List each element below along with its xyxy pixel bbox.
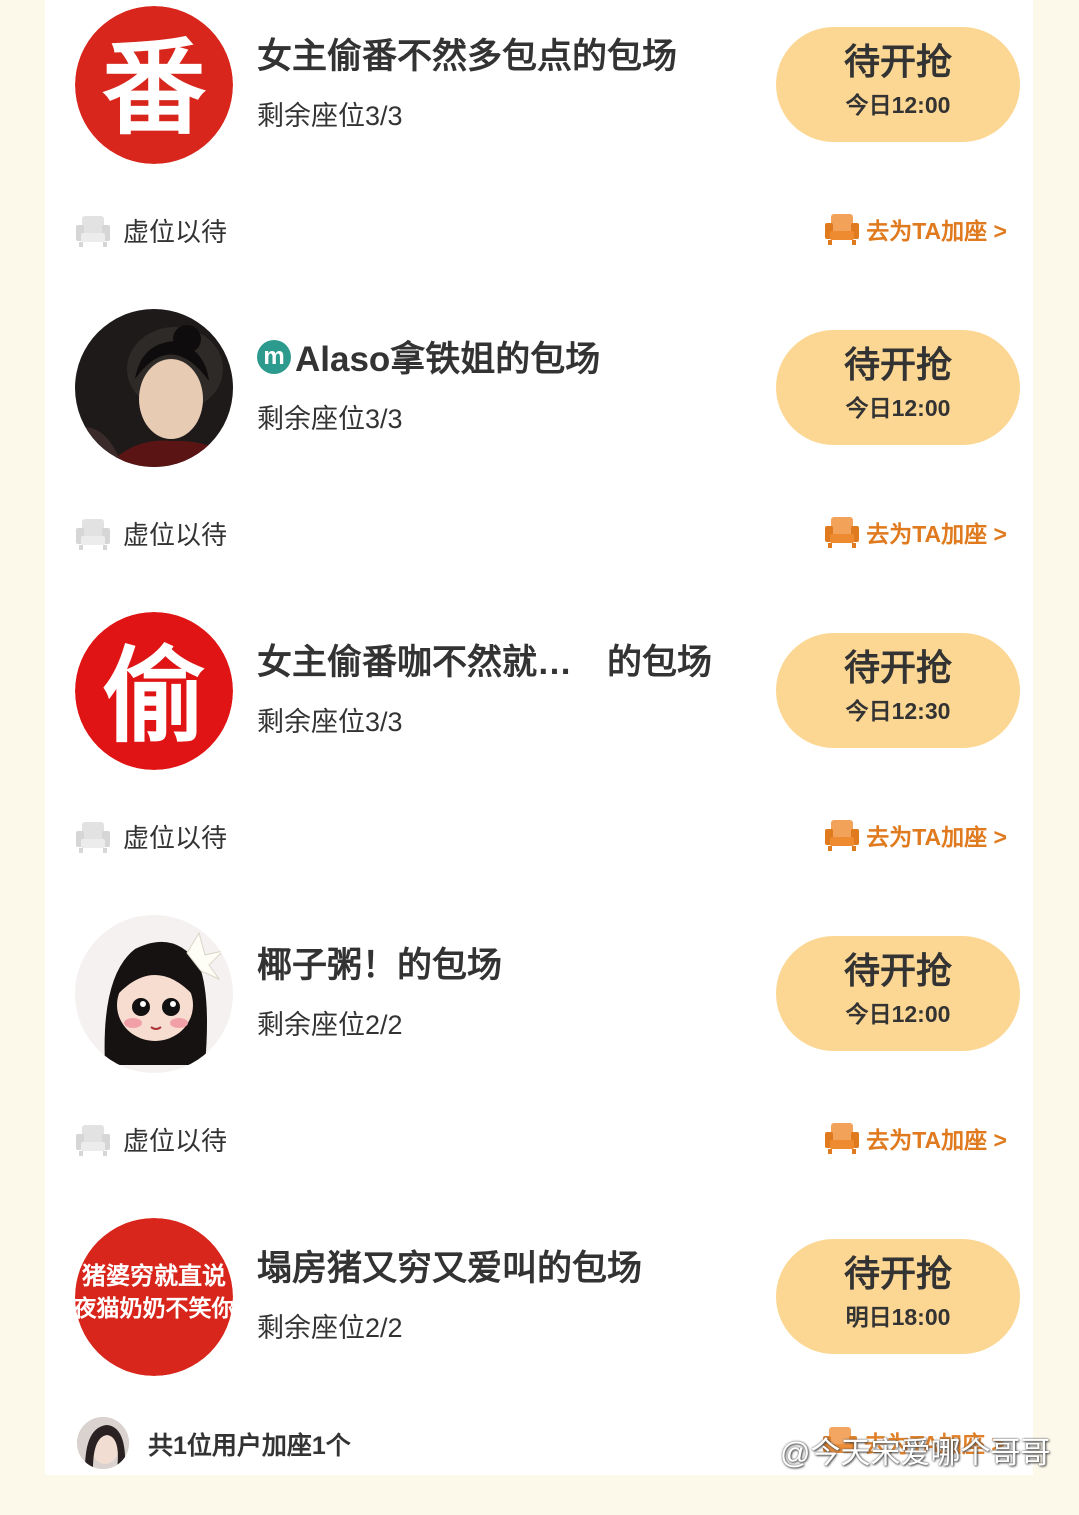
item-title: 椰子粥！的包场 xyxy=(257,946,503,985)
sofa-gray-icon xyxy=(76,518,110,550)
add-seat-label: 去为TA加座 > xyxy=(866,521,1007,547)
open-time: 今日12:30 xyxy=(845,698,951,724)
sofa-orange-icon xyxy=(825,1123,860,1154)
open-time: 明日18:00 xyxy=(845,1304,951,1330)
open-time: 今日12:00 xyxy=(845,395,951,421)
avatar[interactable]: 偷 xyxy=(75,612,233,770)
list-item[interactable]: m Alaso拿铁姐的包场 剩余座位3/3 待开抢 今日12:00 虚位以待 去… xyxy=(45,303,1033,606)
add-seat-link[interactable]: 去为TA加座 > xyxy=(824,818,1007,852)
item-title-text: Alaso拿铁姐的包场 xyxy=(295,340,601,379)
empty-seat-slot: 虚位以待 xyxy=(75,818,227,855)
waiting-label: 虚位以待 xyxy=(123,217,228,247)
empty-seat-slot: 虚位以待 xyxy=(75,515,227,552)
avatar[interactable]: 猪婆穷就直说 夜猫奶奶不笑你 xyxy=(75,1218,233,1376)
seat-summary: 共1位用户加座1个 xyxy=(148,1432,351,1460)
avatar-text-line1: 猪婆穷就直说 xyxy=(82,1262,226,1290)
watermark: @今天宋爱哪个哥哥 xyxy=(780,1437,1051,1470)
remaining-seats: 剩余座位2/2 xyxy=(257,1010,403,1040)
avatar[interactable] xyxy=(75,915,233,1073)
waiting-label: 虚位以待 xyxy=(123,1126,228,1156)
avatar[interactable] xyxy=(75,309,233,467)
add-seat-label: 去为TA加座 > xyxy=(866,824,1007,850)
add-seat-link[interactable]: 去为TA加座 > xyxy=(824,515,1007,549)
sofa-gray-icon xyxy=(76,1124,110,1156)
grab-button-label: 待开抢 xyxy=(843,41,952,82)
remaining-seats: 剩余座位3/3 xyxy=(257,101,403,131)
item-title: 女主偷番咖不然就… 的包场 xyxy=(257,643,713,682)
grab-button-label: 待开抢 xyxy=(843,1253,952,1294)
grab-button[interactable]: 待开抢 明日18:00 xyxy=(776,1239,1020,1354)
sofa-orange-icon xyxy=(825,820,860,851)
waiting-label: 虚位以待 xyxy=(123,823,228,853)
remaining-seats: 剩余座位3/3 xyxy=(257,707,403,737)
avatar-text-line2: 夜猫奶奶不笑你 xyxy=(75,1295,233,1322)
avatar[interactable]: 番 xyxy=(75,6,233,164)
avatar[interactable] xyxy=(77,1417,129,1469)
add-seat-label: 去为TA加座 > xyxy=(866,218,1007,244)
remaining-seats: 剩余座位2/2 xyxy=(257,1313,403,1343)
grab-button-label: 待开抢 xyxy=(843,950,952,991)
avatar-text: 偷 xyxy=(102,635,206,757)
grab-button[interactable]: 待开抢 今日12:30 xyxy=(776,633,1020,748)
item-title: m Alaso拿铁姐的包场 xyxy=(257,331,600,382)
open-time: 今日12:00 xyxy=(845,1001,951,1027)
sofa-gray-icon xyxy=(76,215,110,247)
item-title: 女主偷番不然多包点的包场 xyxy=(257,37,678,76)
list-item[interactable]: 偷 女主偷番咖不然就… 的包场 剩余座位3/3 待开抢 今日12:30 虚位以待… xyxy=(45,606,1033,909)
sofa-orange-icon xyxy=(825,517,860,548)
avatar-text: 番 xyxy=(102,26,206,149)
empty-seat-slot: 虚位以待 xyxy=(75,1121,227,1158)
grab-button[interactable]: 待开抢 今日12:00 xyxy=(776,936,1020,1051)
grab-button[interactable]: 待开抢 今日12:00 xyxy=(776,330,1020,445)
grab-button-label: 待开抢 xyxy=(843,344,952,385)
list-item[interactable]: 番 女主偷番不然多包点的包场 剩余座位3/3 待开抢 今日12:00 虚位以待 … xyxy=(45,0,1033,303)
add-seat-link[interactable]: 去为TA加座 > xyxy=(824,1121,1007,1155)
add-seat-link[interactable]: 去为TA加座 > xyxy=(824,212,1007,246)
add-seat-label: 去为TA加座 > xyxy=(866,1127,1007,1153)
grab-button-label: 待开抢 xyxy=(843,647,952,688)
open-time: 今日12:00 xyxy=(845,92,951,118)
grab-button[interactable]: 待开抢 今日12:00 xyxy=(776,27,1020,142)
zodiac-badge-icon: m xyxy=(257,339,291,374)
list-item[interactable]: 椰子粥！的包场 剩余座位2/2 待开抢 今日12:00 虚位以待 去为TA加座 … xyxy=(45,909,1033,1212)
sofa-gray-icon xyxy=(76,821,110,853)
remaining-seats: 剩余座位3/3 xyxy=(257,404,403,434)
sofa-orange-icon xyxy=(825,214,860,245)
empty-seat-slot: 虚位以待 xyxy=(75,212,227,249)
item-title: 塌房猪又穷又爱叫的包场 xyxy=(257,1249,643,1288)
waiting-label: 虚位以待 xyxy=(123,520,228,550)
